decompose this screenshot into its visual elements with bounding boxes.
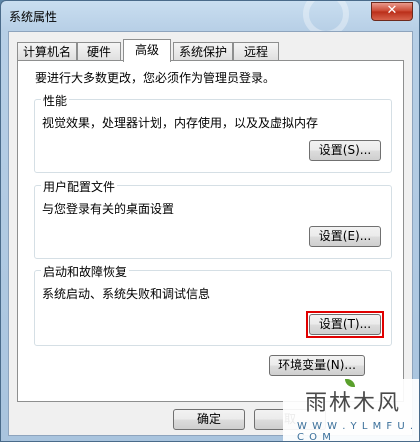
admin-note: 要进行大多数更改，您必须作为管理员登录。 [35,71,276,85]
tab-computer-name[interactable]: 计算机名 [17,42,77,61]
performance-settings-button[interactable]: 设置(S)... [309,140,381,161]
user-profiles-description: 与您登录有关的桌面设置 [42,202,175,216]
environment-variables-button[interactable]: 环境变量(N)... [269,355,365,376]
tab-hardware[interactable]: 硬件 [77,42,121,61]
startup-recovery-description: 系统启动、系统失败和调试信息 [42,287,211,301]
startup-recovery-group: 启动和故障恢复 系统启动、系统失败和调试信息 设置(T)... [34,263,392,346]
watermark-logo-text: 雨林木风 [305,391,402,416]
close-icon: ✕ [386,3,398,18]
dialog-client-area: 计算机名 硬件 高级 系统保护 远程 要进行大多数更改，您必须作为管理员登录。 … [8,31,413,436]
site-watermark: 雨林木风 W W W . Y L M F U . C O M [283,379,419,442]
tab-remote[interactable]: 远程 [233,42,279,61]
user-profiles-settings-button[interactable]: 设置(E)... [309,226,381,247]
advanced-tab-panel: 要进行大多数更改，您必须作为管理员登录。 性能 视觉效果，处理器计划，内存使用，… [17,60,404,402]
tab-system-protection[interactable]: 系统保护 [173,42,233,61]
window-title: 系统属性 [9,10,58,24]
ok-button[interactable]: 确定 [173,409,245,430]
watermark-url: W W W . Y L M F U . C O M [297,421,415,442]
startup-recovery-group-title: 启动和故障恢复 [41,263,130,280]
system-properties-window: 系统属性 ✕ 计算机名 硬件 高级 系统保护 远程 要进行大多数更改，您必须作为… [0,0,420,442]
title-bar[interactable]: 系统属性 ✕ [1,1,419,37]
performance-group-title: 性能 [41,92,70,109]
user-profiles-group-title: 用户配置文件 [41,178,118,195]
close-button[interactable]: ✕ [371,2,413,21]
highlight-box [306,311,384,338]
performance-description: 视觉效果，处理器计划，内存使用，以及及虚拟内存 [42,116,319,130]
user-profiles-group: 用户配置文件 与您登录有关的桌面设置 设置(E)... [34,178,392,259]
performance-group: 性能 视觉效果，处理器计划，内存使用，以及及虚拟内存 设置(S)... [34,92,392,173]
tab-advanced[interactable]: 高级 [123,39,171,62]
